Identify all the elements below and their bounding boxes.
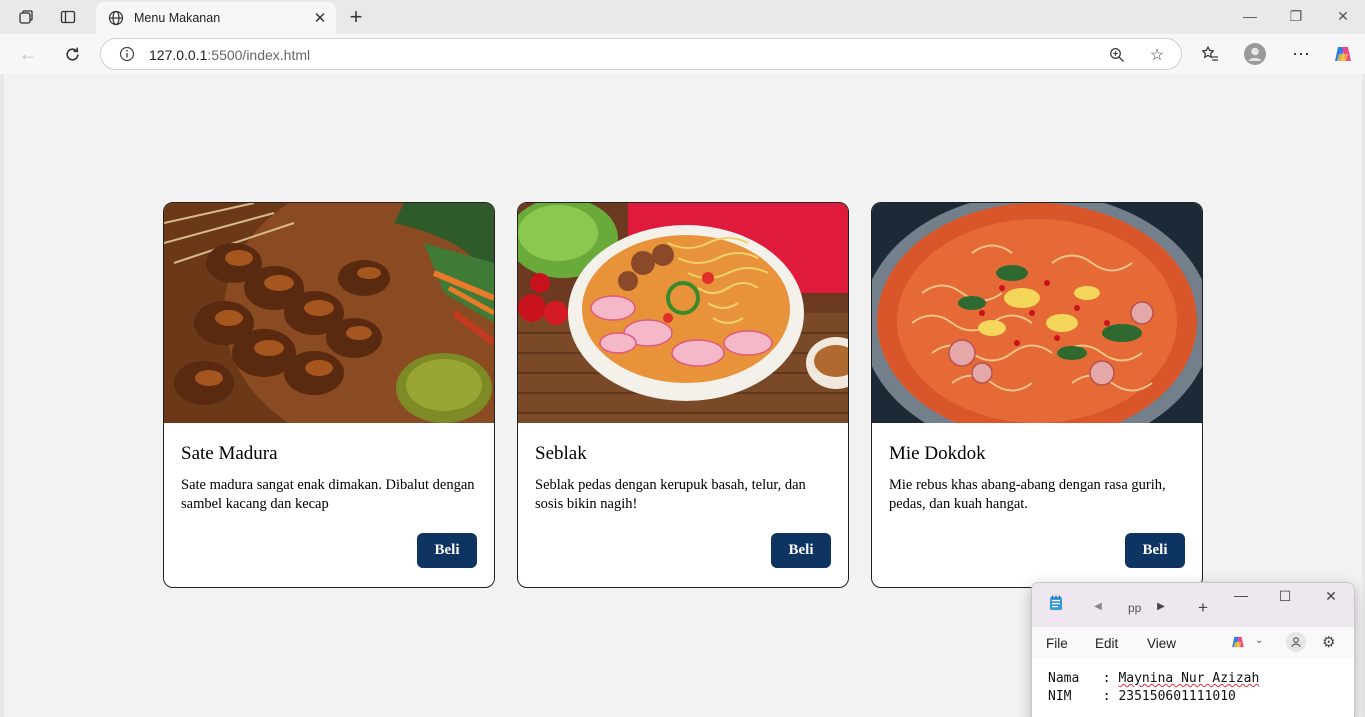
- url-text: 127.0.0.1:5500/index.html: [149, 47, 311, 63]
- menu-card-mie-dokdok: Mie Dokdok Mie rebus khas abang-abang de…: [871, 202, 1203, 588]
- card-description: Mie rebus khas abang-abang dengan rasa g…: [889, 477, 1166, 512]
- menu-view[interactable]: View: [1147, 636, 1176, 651]
- notepad-titlebar: ◀ pp ▶ + — ☐ ✕: [1032, 583, 1354, 627]
- tab-scroll-right-icon[interactable]: ▶: [1152, 601, 1170, 612]
- notepad-new-tab-icon[interactable]: +: [1194, 598, 1212, 618]
- restore-icon[interactable]: ❐: [1287, 8, 1305, 25]
- sate-madura-photo: [164, 203, 494, 423]
- favorite-star-icon[interactable]: ☆: [1147, 45, 1167, 65]
- notepad-maximize-icon[interactable]: ☐: [1276, 588, 1294, 605]
- globe-icon: [108, 10, 124, 26]
- settings-gear-icon[interactable]: ⚙: [1322, 633, 1335, 651]
- menu-card-seblak: Seblak Seblak pedas dengan kerupuk basah…: [517, 202, 849, 588]
- site-info-icon[interactable]: [119, 46, 135, 62]
- profile-avatar-icon[interactable]: [1244, 43, 1266, 65]
- notepad-minimize-icon[interactable]: —: [1232, 587, 1250, 603]
- card-description: Seblak pedas dengan kerupuk basah, telur…: [535, 477, 806, 512]
- menu-card-sate-madura: Sate Madura Sate madura sangat enak dima…: [163, 202, 495, 588]
- tab-close-icon[interactable]: ✕: [312, 9, 328, 27]
- workspaces-icon[interactable]: [17, 8, 35, 26]
- mie-dokdok-photo: [872, 203, 1202, 423]
- address-bar[interactable]: 127.0.0.1:5500/index.html ☆: [100, 38, 1182, 70]
- notepad-app-icon: [1047, 595, 1065, 614]
- notepad-menubar: File Edit View ⌄ ⚙: [1032, 627, 1354, 659]
- card-title: Mie Dokdok: [889, 443, 986, 464]
- new-tab-icon[interactable]: +: [346, 6, 366, 28]
- minimize-icon[interactable]: —: [1241, 8, 1259, 24]
- text-line-nim: NIM : 235150601111010: [1048, 689, 1236, 704]
- seblak-photo: [518, 203, 848, 423]
- card-title: Sate Madura: [181, 443, 278, 464]
- buy-button[interactable]: Beli: [771, 533, 831, 568]
- window-close-icon[interactable]: ✕: [1334, 8, 1352, 25]
- menu-edit[interactable]: Edit: [1095, 636, 1118, 651]
- card-description: Sate madura sangat enak dimakan. Dibalut…: [181, 477, 475, 512]
- buy-button[interactable]: Beli: [1125, 533, 1185, 568]
- notepad-tab-label[interactable]: pp: [1128, 601, 1141, 615]
- refresh-icon[interactable]: [61, 43, 83, 65]
- favorites-icon[interactable]: [1199, 43, 1221, 65]
- notepad-close-icon[interactable]: ✕: [1322, 588, 1340, 605]
- text-line-nama: Nama : Maynina Nur Azizah: [1048, 671, 1260, 686]
- more-options-icon[interactable]: ⋯: [1290, 43, 1312, 65]
- tab-actions-icon[interactable]: [59, 8, 77, 26]
- notepad-window: ◀ pp ▶ + — ☐ ✕ File Edit View ⌄ ⚙ Nama :…: [1031, 582, 1355, 717]
- buy-button[interactable]: Beli: [417, 533, 477, 568]
- browser-toolbar: ← 127.0.0.1:5500/index.html ☆ ⋯: [0, 34, 1365, 74]
- notepad-editor[interactable]: Nama : Maynina Nur Azizah NIM : 23515060…: [1032, 659, 1354, 717]
- tab-title: Menu Makanan: [134, 11, 221, 25]
- card-title: Seblak: [535, 443, 587, 464]
- menu-file[interactable]: File: [1046, 636, 1068, 651]
- copilot-icon[interactable]: [1332, 43, 1354, 65]
- active-tab[interactable]: Menu Makanan ✕: [96, 2, 336, 34]
- chevron-down-icon[interactable]: ⌄: [1255, 635, 1263, 646]
- tab-scroll-left-icon[interactable]: ◀: [1089, 601, 1107, 612]
- account-icon[interactable]: [1286, 632, 1306, 652]
- browser-tab-bar: Menu Makanan ✕ + — ❐ ✕: [0, 0, 1365, 34]
- copilot-icon[interactable]: [1230, 634, 1246, 655]
- zoom-icon[interactable]: [1107, 45, 1127, 65]
- back-icon[interactable]: ←: [17, 43, 39, 65]
